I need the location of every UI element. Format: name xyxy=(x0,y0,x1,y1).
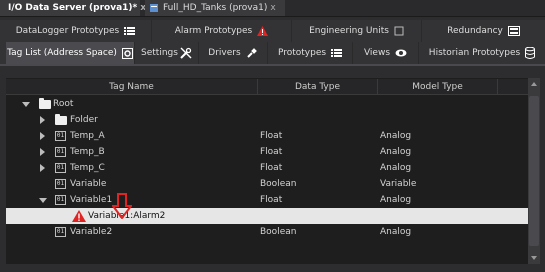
tab-row-2: Tag List (Address Space) Settings Driver… xyxy=(0,42,545,66)
database-icon xyxy=(525,47,536,59)
scrollbar-thumb[interactable] xyxy=(529,96,539,246)
tab-tag-list[interactable]: Tag List (Address Space) xyxy=(6,42,135,64)
tag-name: Temp_C xyxy=(70,163,105,173)
tag-name: Variable1 xyxy=(70,195,113,205)
tab-label: Settings xyxy=(141,48,178,58)
grid-header: Tag Name Data Type Model Type xyxy=(6,79,528,95)
data-type: Float xyxy=(260,195,283,205)
close-icon[interactable]: x xyxy=(270,3,275,13)
model-type: Analog xyxy=(380,163,412,173)
tag-icon: 01 xyxy=(55,195,66,205)
table-row[interactable]: 01 Variable Boolean Variable xyxy=(6,176,528,192)
tab-datalogger-prototypes[interactable]: DataLogger Prototypes xyxy=(0,20,152,42)
tag-name: Temp_A xyxy=(70,131,105,141)
tab-label: Engineering Units xyxy=(309,26,389,36)
expand-arrow-icon[interactable] xyxy=(40,148,45,156)
doc-tab-full-hd-tanks[interactable]: Full_HD_Tanks (prova1) x xyxy=(145,0,285,16)
tab-prototypes[interactable]: Prototypes xyxy=(268,42,353,64)
table-row[interactable]: 01 Variable2 Boolean Analog xyxy=(6,224,528,240)
units-icon xyxy=(394,26,404,36)
collapse-arrow-icon[interactable] xyxy=(22,102,30,107)
doc-tab-label: I/O Data Server (prova1)* xyxy=(8,3,138,13)
folder-icon xyxy=(39,98,51,109)
expand-arrow-icon[interactable] xyxy=(40,132,45,140)
data-type: Boolean xyxy=(260,179,297,189)
tag-name: Variable xyxy=(70,179,107,189)
model-type: Analog xyxy=(380,227,412,237)
model-type: Analog xyxy=(380,195,412,205)
table-row[interactable]: 01 Temp_C Float Analog xyxy=(6,160,528,176)
column-header-data-type[interactable]: Data Type xyxy=(258,79,378,94)
tab-alarm-prototypes[interactable]: Alarm Prototypes xyxy=(152,20,292,42)
doc-tab-label: Full_HD_Tanks (prova1) xyxy=(163,3,268,13)
tag-name: Root xyxy=(53,99,74,109)
warning-icon xyxy=(257,26,269,36)
tab-row-1: DataLogger Prototypes Alarm Prototypes E… xyxy=(0,20,545,42)
tab-engineering-units[interactable]: Engineering Units xyxy=(292,20,422,42)
model-type: Analog xyxy=(380,131,412,141)
tab-label: Views xyxy=(363,48,391,58)
tab-redundancy[interactable]: Redundancy xyxy=(422,20,545,42)
tab-label: Redundancy xyxy=(447,26,503,36)
list-icon xyxy=(331,48,343,58)
data-type: Float xyxy=(260,147,283,157)
tag-name: Temp_B xyxy=(70,147,105,157)
expand-arrow-icon[interactable] xyxy=(40,164,45,172)
data-type: Float xyxy=(260,163,283,173)
warning-icon xyxy=(72,210,86,222)
column-header-tag-name[interactable]: Tag Name xyxy=(6,79,258,94)
tab-label: Prototypes xyxy=(277,48,327,58)
tag-icon: 01 xyxy=(55,147,66,157)
tab-label: Drivers xyxy=(208,48,241,58)
annotation-arrow-icon xyxy=(112,193,132,219)
table-row-selected[interactable]: Variable1:Alarm2 xyxy=(6,208,528,224)
tag-icon: 01 xyxy=(55,131,66,141)
tag-icon: 01 xyxy=(55,227,66,237)
list-icon xyxy=(124,26,136,36)
tab-drivers[interactable]: Drivers xyxy=(199,42,268,64)
table-row[interactable]: 01 Temp_B Float Analog xyxy=(6,144,528,160)
table-row[interactable]: 01 Temp_A Float Analog xyxy=(6,128,528,144)
tab-label: DataLogger Prototypes xyxy=(15,26,120,36)
collapse-arrow-icon[interactable] xyxy=(39,198,47,203)
tab-settings[interactable]: Settings xyxy=(135,42,199,64)
tab-label: Tag List (Address Space) xyxy=(7,48,117,58)
tab-historian-prototypes[interactable]: Historian Prototypes xyxy=(419,42,545,64)
table-row[interactable]: Root xyxy=(6,96,528,112)
tag-icon: 01 xyxy=(55,163,66,173)
eye-icon xyxy=(395,48,407,58)
gear-icon xyxy=(121,47,133,59)
model-type: Variable xyxy=(380,179,417,189)
tab-label: Historian Prototypes xyxy=(428,48,521,58)
plug-icon xyxy=(246,47,258,59)
table-row[interactable]: 01 Variable1 Float Analog xyxy=(6,192,528,208)
tag-icon: 01 xyxy=(55,179,66,189)
scroll-up-icon[interactable] xyxy=(531,82,537,86)
expand-arrow-icon[interactable] xyxy=(40,116,45,124)
document-tab-strip: I/O Data Server (prova1)* x Full_HD_Tank… xyxy=(0,0,545,17)
redundancy-icon xyxy=(507,26,520,36)
tag-name: Variable2 xyxy=(70,227,113,237)
wrench-icon xyxy=(180,47,192,59)
doc-tab-io-data-server[interactable]: I/O Data Server (prova1)* x xyxy=(0,0,146,16)
column-header-model-type[interactable]: Model Type xyxy=(378,79,498,94)
data-type: Float xyxy=(260,131,283,141)
scroll-down-icon[interactable] xyxy=(531,256,537,260)
tab-views[interactable]: Views xyxy=(353,42,419,64)
model-type: Analog xyxy=(380,147,412,157)
table-row[interactable]: Folder xyxy=(6,112,528,128)
tab-label: Alarm Prototypes xyxy=(174,26,253,36)
folder-icon xyxy=(55,114,67,125)
tag-name: Folder xyxy=(70,115,98,125)
document-icon xyxy=(150,4,158,12)
data-type: Boolean xyxy=(260,227,297,237)
